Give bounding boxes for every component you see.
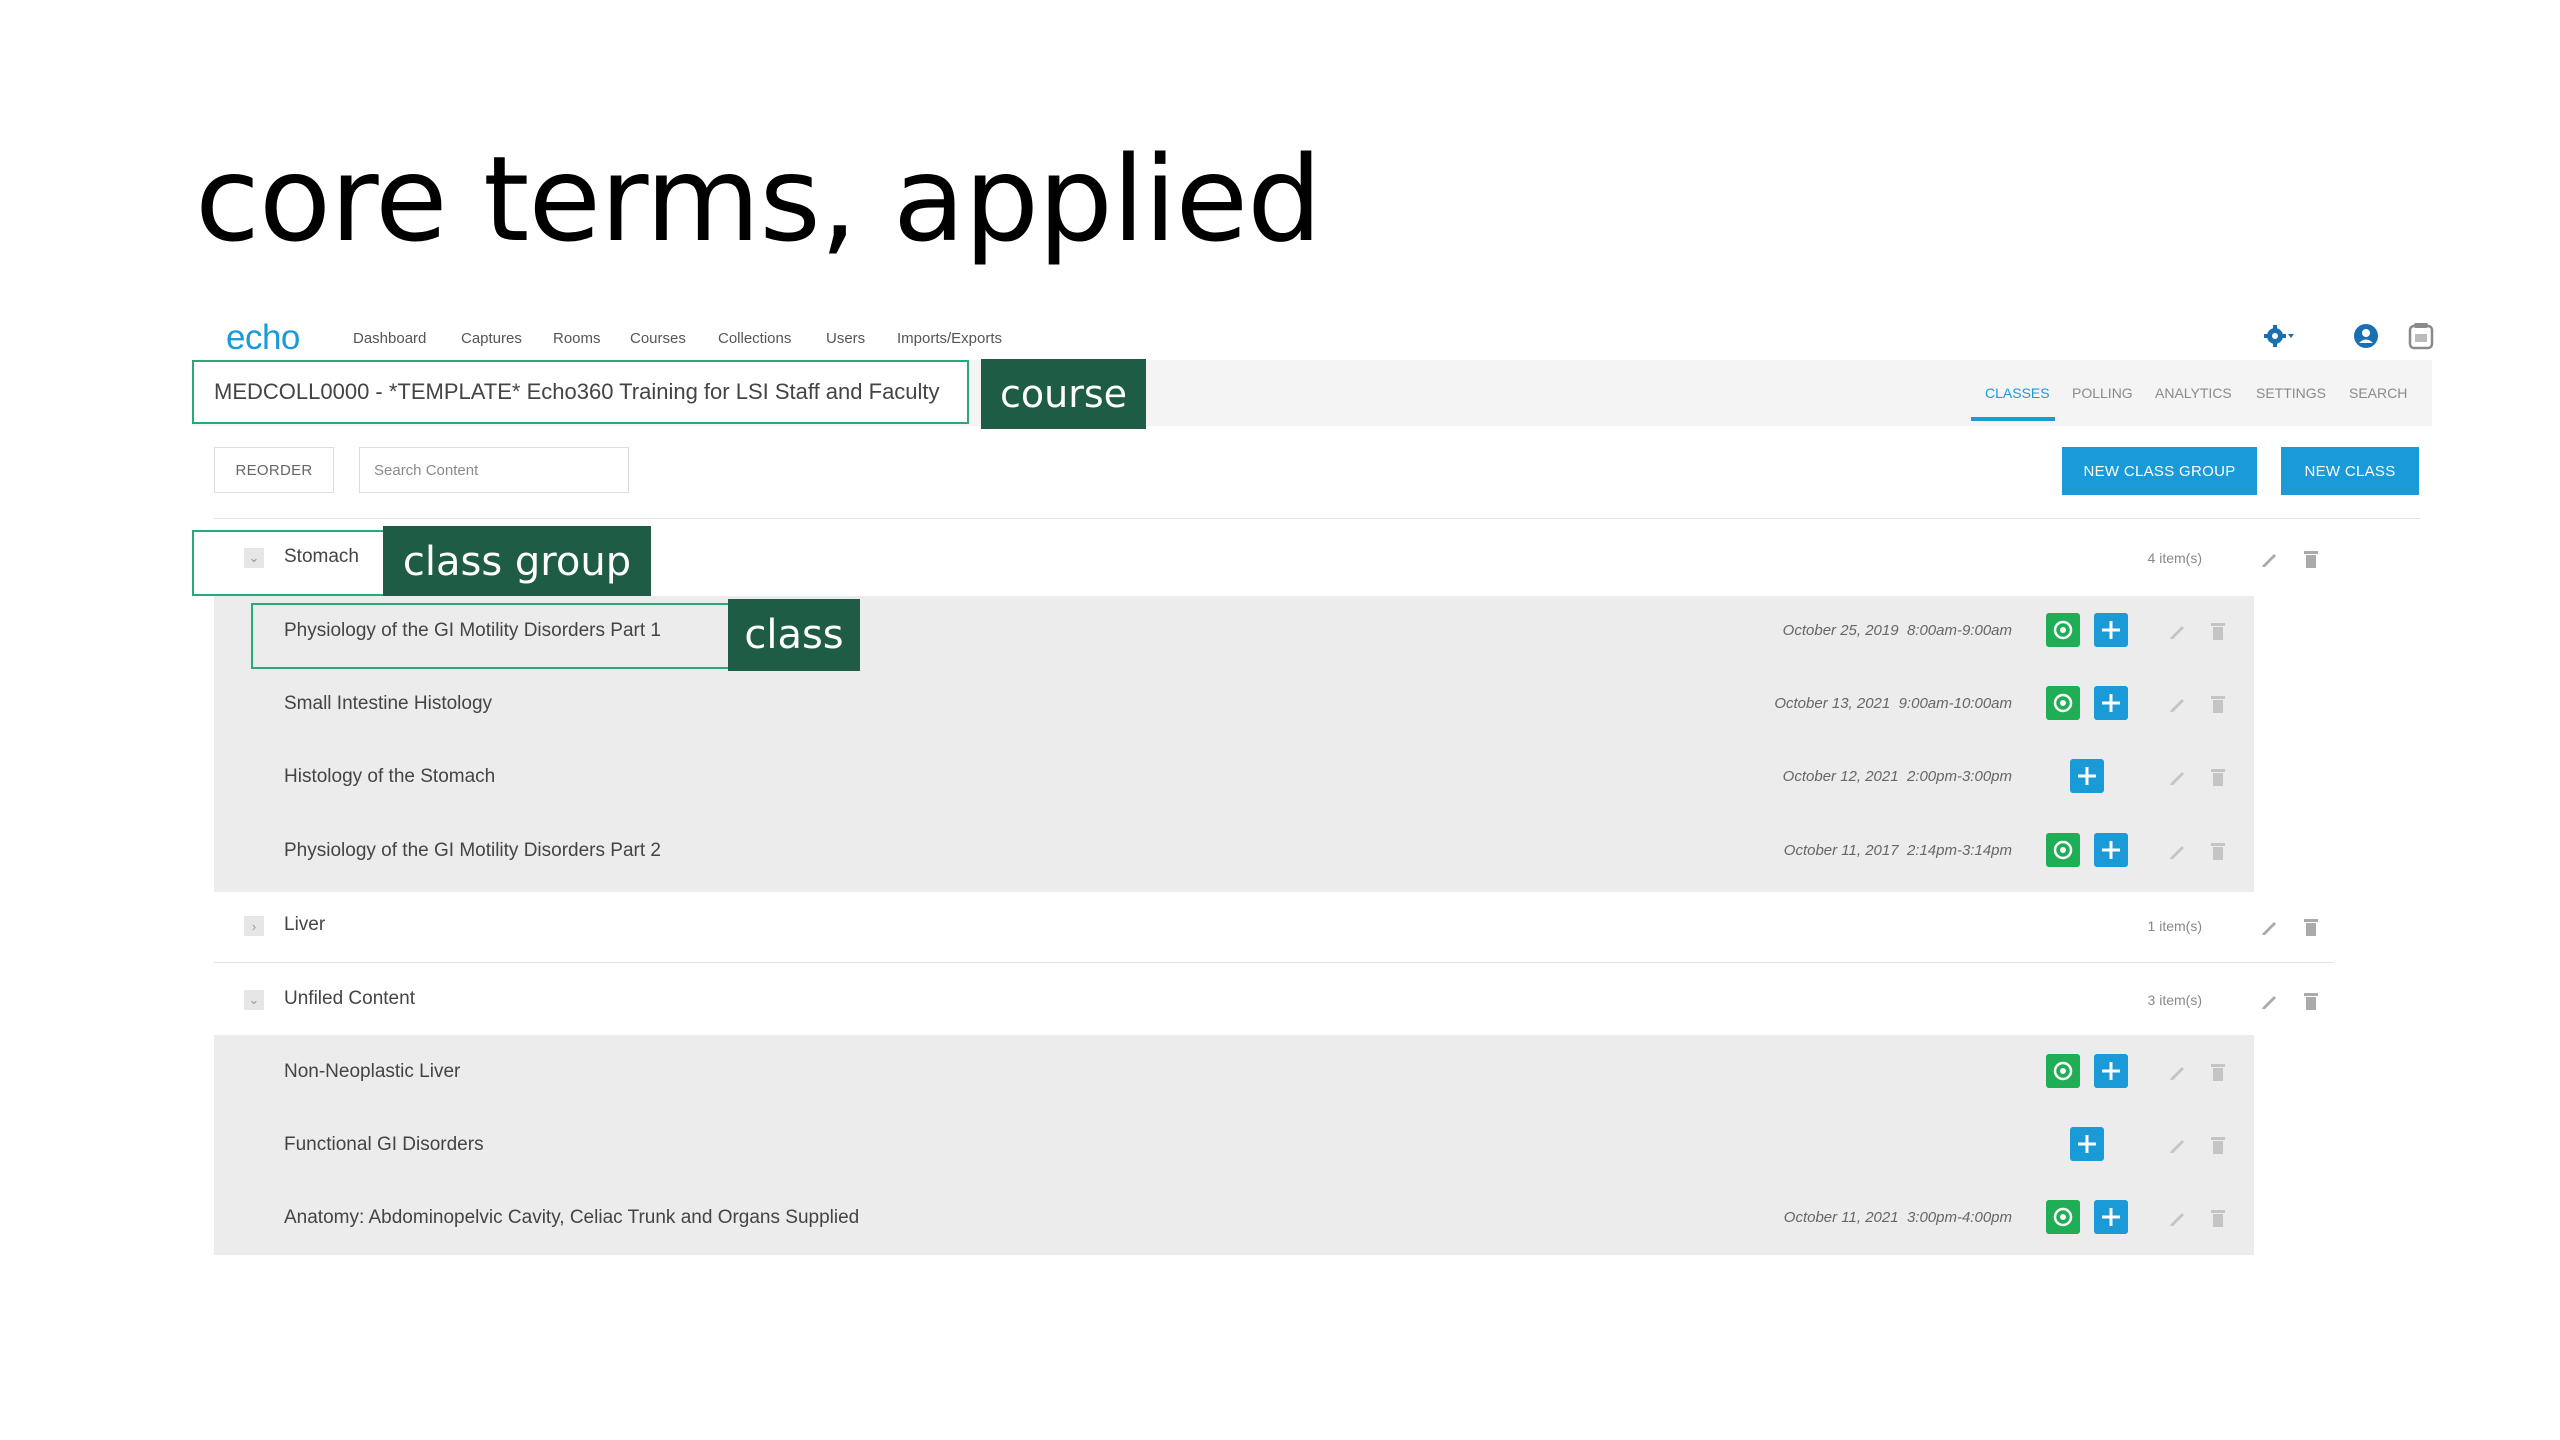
- capture-icon[interactable]: [2046, 613, 2080, 647]
- tab-settings[interactable]: SETTINGS: [2256, 385, 2326, 401]
- capture-icon[interactable]: [2046, 1200, 2080, 1234]
- nav-dashboard[interactable]: Dashboard: [353, 330, 426, 347]
- class-title[interactable]: Non-Neoplastic Liver: [284, 1061, 460, 1083]
- active-tab-indicator: [1971, 417, 2055, 421]
- reorder-button[interactable]: REORDER: [214, 447, 334, 493]
- trash-icon[interactable]: [2207, 620, 2229, 642]
- trash-icon[interactable]: [2207, 840, 2229, 862]
- class-group-name[interactable]: Unfiled Content: [284, 988, 415, 1010]
- nav-users[interactable]: Users: [826, 330, 865, 347]
- user-icon[interactable]: [2350, 320, 2382, 352]
- nav-captures[interactable]: Captures: [461, 330, 522, 347]
- edit-icon[interactable]: [2166, 840, 2188, 862]
- echo-logo[interactable]: echo: [226, 318, 300, 358]
- add-icon[interactable]: [2094, 686, 2128, 720]
- trash-icon[interactable]: [2207, 693, 2229, 715]
- class-callout: class: [728, 599, 860, 671]
- add-icon[interactable]: [2094, 1200, 2128, 1234]
- add-icon[interactable]: [2094, 833, 2128, 867]
- collapse-chevron-icon[interactable]: ⌄: [244, 990, 264, 1010]
- edit-icon[interactable]: [2166, 1061, 2188, 1083]
- gear-icon[interactable]: [2264, 320, 2296, 352]
- class-datetime: October 11, 2021 3:00pm-4:00pm: [1783, 1209, 2012, 1226]
- edit-icon[interactable]: [2166, 693, 2188, 715]
- course-callout: course: [981, 359, 1146, 429]
- trash-icon[interactable]: [2300, 548, 2322, 570]
- class-group-callout: class group: [383, 526, 651, 598]
- nav-collections[interactable]: Collections: [718, 330, 791, 347]
- expand-chevron-icon[interactable]: ›: [244, 916, 264, 936]
- nav-imports-exports[interactable]: Imports/Exports: [897, 330, 1002, 347]
- add-icon[interactable]: [2094, 613, 2128, 647]
- class-datetime: October 25, 2019 8:00am-9:00am: [1782, 622, 2012, 639]
- trash-icon[interactable]: [2207, 1061, 2229, 1083]
- add-icon[interactable]: [2094, 1054, 2128, 1088]
- group-item-count: 1 item(s): [2147, 918, 2202, 934]
- group-item-count: 4 item(s): [2147, 550, 2202, 566]
- tab-classes[interactable]: CLASSES: [1985, 385, 2050, 401]
- tab-analytics[interactable]: ANALYTICS: [2155, 385, 2232, 401]
- tab-search[interactable]: SEARCH: [2349, 385, 2407, 401]
- class-title[interactable]: Small Intestine Histology: [284, 693, 492, 715]
- slide-title: core terms, applied: [195, 130, 1322, 268]
- class-title[interactable]: Functional GI Disorders: [284, 1134, 484, 1156]
- trash-icon[interactable]: [2207, 1134, 2229, 1156]
- trash-icon[interactable]: [2300, 990, 2322, 1012]
- row-divider: [214, 962, 2334, 963]
- nav-courses[interactable]: Courses: [630, 330, 686, 347]
- search-content-input[interactable]: [359, 447, 629, 493]
- class-title[interactable]: Anatomy: Abdominopelvic Cavity, Celiac T…: [284, 1207, 859, 1229]
- new-class-group-button[interactable]: NEW CLASS GROUP: [2062, 447, 2257, 495]
- edit-icon[interactable]: [2166, 1207, 2188, 1229]
- class-datetime: October 11, 2017 2:14pm-3:14pm: [1783, 842, 2012, 859]
- class-group-name[interactable]: Stomach: [284, 546, 359, 568]
- class-datetime: October 13, 2021 9:00am-10:00am: [1774, 695, 2012, 712]
- tab-polling[interactable]: POLLING: [2072, 385, 2133, 401]
- trash-icon[interactable]: [2300, 916, 2322, 938]
- edit-icon[interactable]: [2258, 990, 2280, 1012]
- class-title[interactable]: Histology of the Stomach: [284, 766, 495, 788]
- add-icon[interactable]: [2070, 759, 2104, 793]
- trash-icon[interactable]: [2207, 1207, 2229, 1229]
- new-class-button[interactable]: NEW CLASS: [2281, 447, 2419, 495]
- edit-icon[interactable]: [2258, 548, 2280, 570]
- group-item-count: 3 item(s): [2147, 992, 2202, 1008]
- nav-rooms[interactable]: Rooms: [553, 330, 601, 347]
- class-title[interactable]: Physiology of the GI Motility Disorders …: [284, 840, 661, 862]
- collapse-chevron-icon[interactable]: ⌄: [244, 548, 264, 568]
- class-datetime: October 12, 2021 2:00pm-3:00pm: [1782, 768, 2012, 785]
- help-icon[interactable]: [2405, 320, 2437, 352]
- class-title[interactable]: Physiology of the GI Motility Disorders …: [284, 620, 661, 642]
- edit-icon[interactable]: [2166, 1134, 2188, 1156]
- edit-icon[interactable]: [2258, 916, 2280, 938]
- course-title: MEDCOLL0000 - *TEMPLATE* Echo360 Trainin…: [192, 360, 969, 424]
- capture-icon[interactable]: [2046, 686, 2080, 720]
- add-icon[interactable]: [2070, 1127, 2104, 1161]
- class-group-name[interactable]: Liver: [284, 914, 325, 936]
- trash-icon[interactable]: [2207, 766, 2229, 788]
- edit-icon[interactable]: [2166, 766, 2188, 788]
- edit-icon[interactable]: [2166, 620, 2188, 642]
- capture-icon[interactable]: [2046, 1054, 2080, 1088]
- capture-icon[interactable]: [2046, 833, 2080, 867]
- toolbar-divider: [214, 518, 2420, 519]
